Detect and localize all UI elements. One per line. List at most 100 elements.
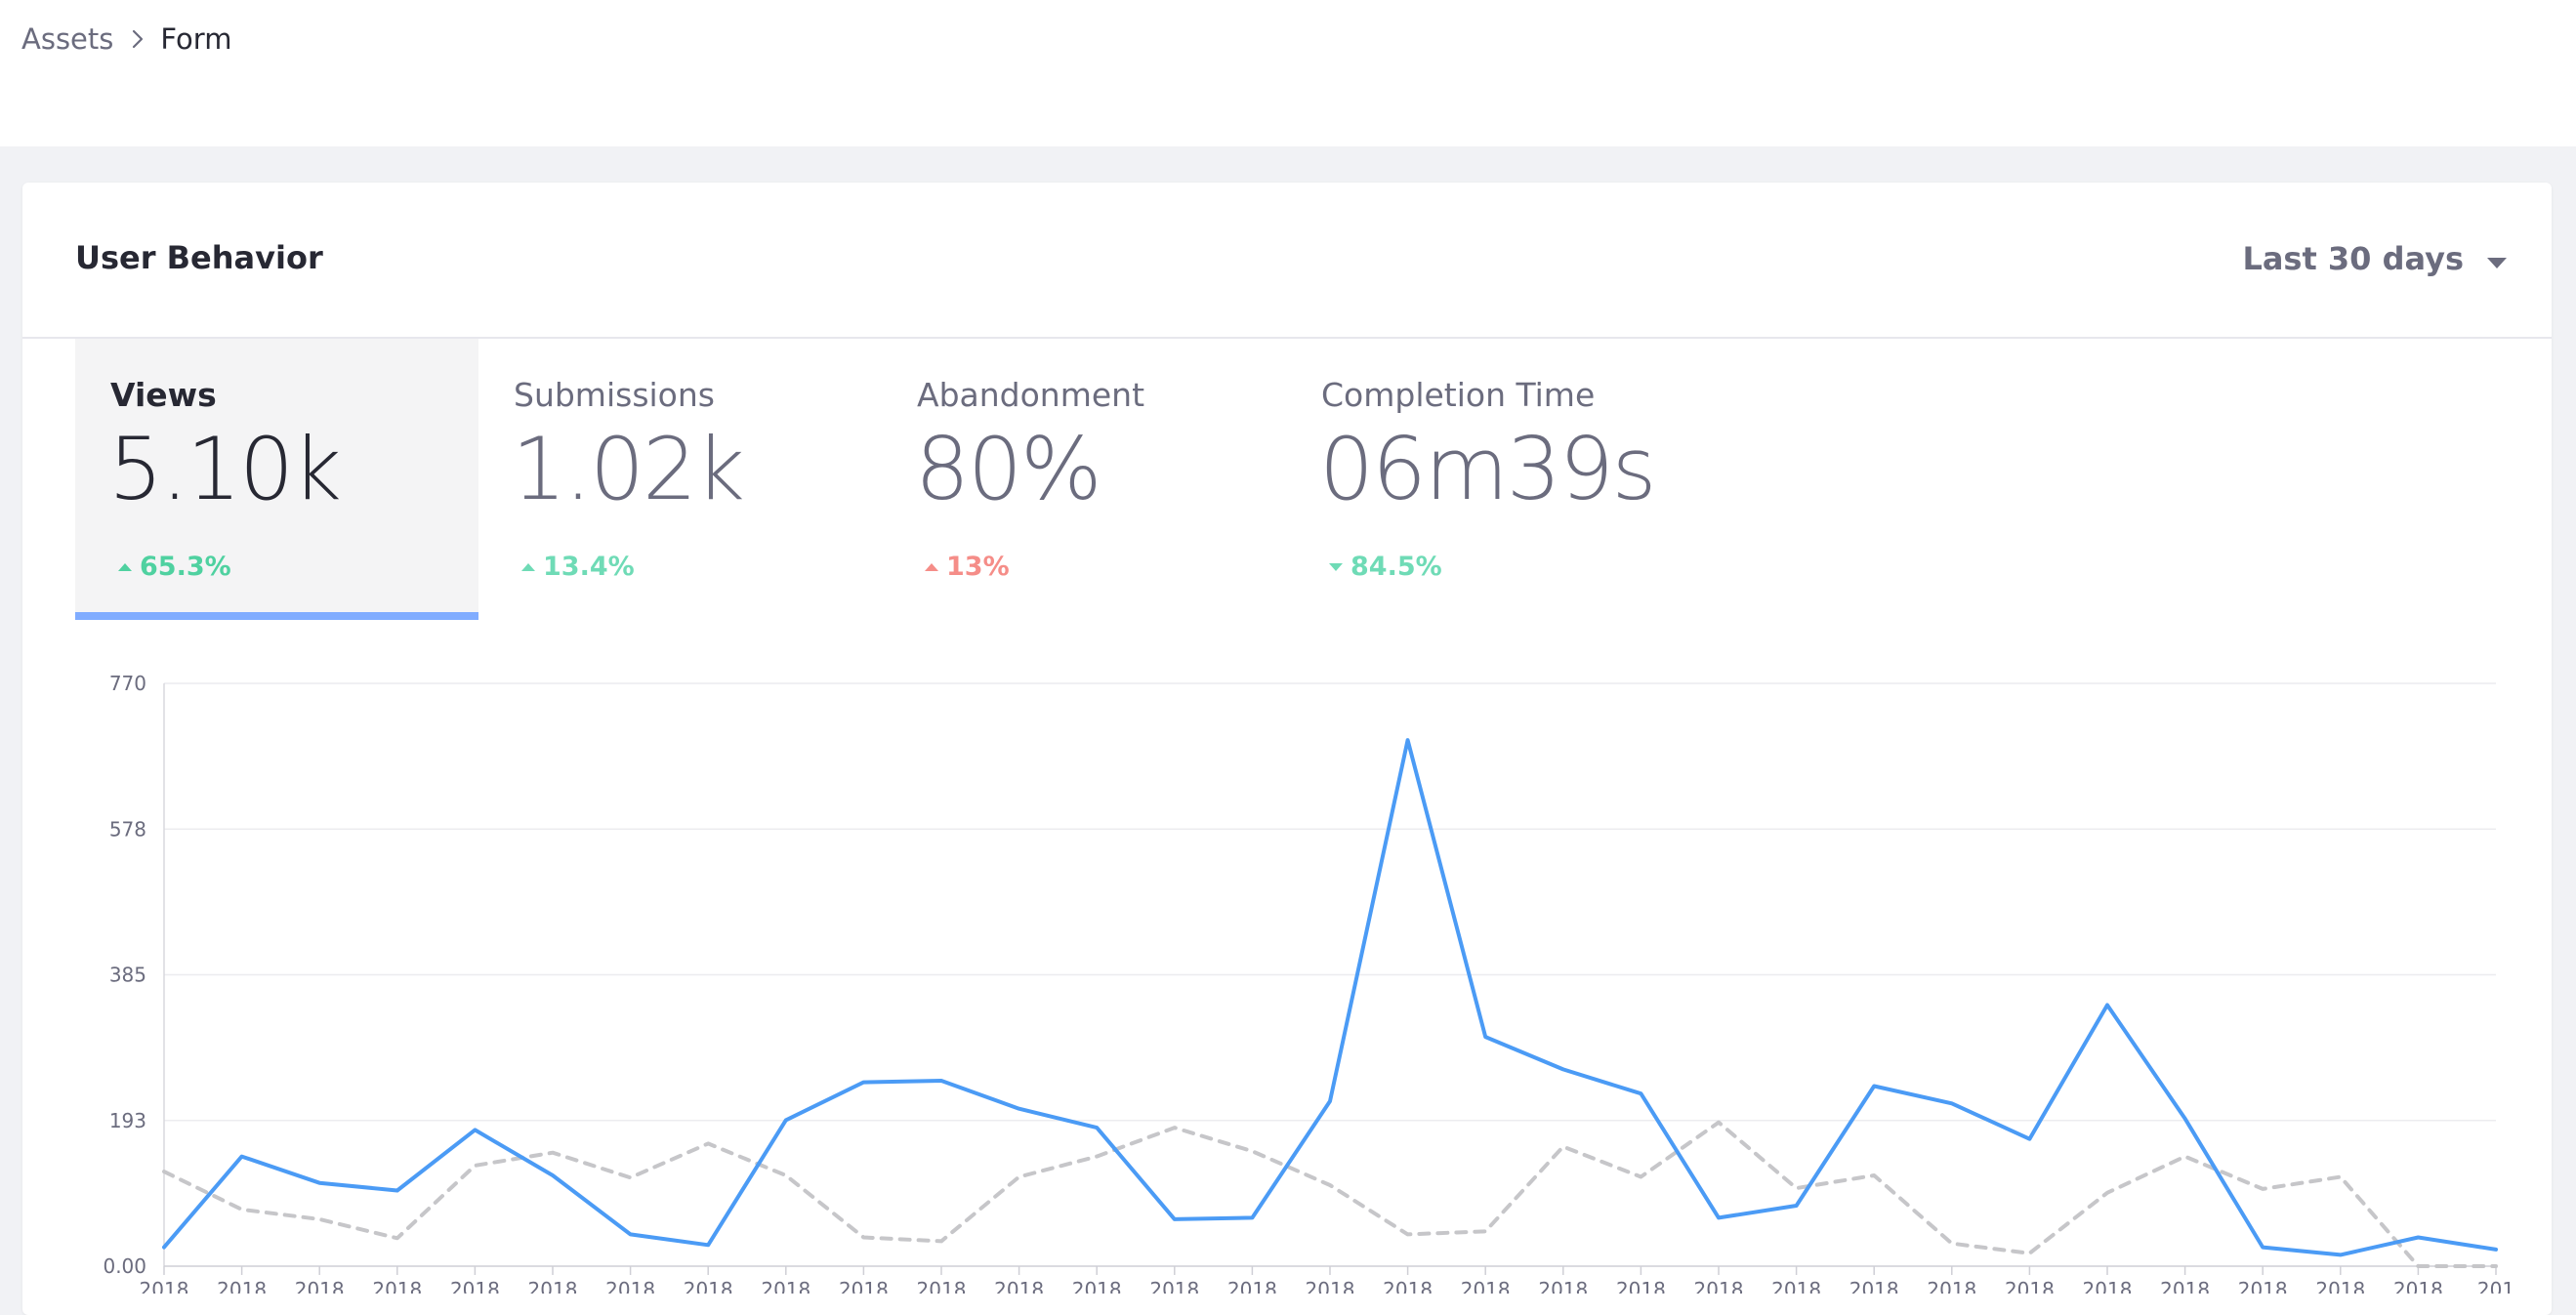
views-series-point bbox=[1485, 1037, 1486, 1038]
metric-value: 1.02k bbox=[512, 419, 745, 519]
x-tick-label: 2018 bbox=[217, 1278, 267, 1294]
y-tick-label: 770 bbox=[109, 672, 146, 695]
comparison-series-point bbox=[1174, 1128, 1175, 1129]
x-tick-label: 2018 bbox=[528, 1278, 578, 1294]
metric-label: Submissions bbox=[514, 376, 715, 414]
comparison-series-point bbox=[164, 1171, 165, 1172]
comparison-series-point bbox=[475, 1165, 476, 1166]
metric-trend: 84.5% bbox=[1329, 552, 1442, 582]
views-series-point bbox=[553, 1174, 554, 1175]
metric-change: 13.4% bbox=[543, 552, 635, 582]
metric-tab-abandonment[interactable]: Abandonment 80% 13% bbox=[882, 339, 1285, 620]
comparison-series-point bbox=[785, 1174, 786, 1175]
comparison-series-point bbox=[2418, 1266, 2419, 1267]
x-tick-label: 2018 bbox=[1771, 1278, 1821, 1294]
metric-trend: 65.3% bbox=[118, 552, 231, 582]
comparison-series-point bbox=[1252, 1151, 1253, 1152]
x-tick-label: 2018 bbox=[1927, 1278, 1976, 1294]
x-tick-label: 2018 bbox=[1616, 1278, 1666, 1294]
metric-value: 06m39s bbox=[1319, 419, 1657, 519]
views-series-point bbox=[1562, 1069, 1563, 1070]
x-tick-label: 2018 bbox=[1694, 1278, 1744, 1294]
x-tick-label: 2018 bbox=[2160, 1278, 2210, 1294]
comparison-series-point bbox=[2107, 1192, 2108, 1193]
breadcrumb-current: Form bbox=[160, 22, 232, 56]
views-series-line bbox=[162, 738, 2498, 1257]
comparison-series-point bbox=[319, 1218, 320, 1219]
x-tick-label: 2018 bbox=[605, 1278, 655, 1294]
views-line-chart: 770 578 385 193 0.00 2018 2018 2018 2018 2018 2018… bbox=[0, 644, 2576, 1294]
views-series-point bbox=[1796, 1205, 1797, 1206]
comparison-series-point bbox=[1018, 1176, 1019, 1177]
comparison-series-point bbox=[630, 1177, 631, 1178]
views-series-point bbox=[1330, 1100, 1331, 1101]
x-tick-label: 2018 bbox=[2083, 1278, 2133, 1294]
date-range-label: Last 30 days bbox=[2242, 240, 2464, 277]
metric-label: Views bbox=[110, 376, 217, 414]
breadcrumb: Assets Form bbox=[21, 20, 231, 59]
x-tick-label: 2018 bbox=[1072, 1278, 1122, 1294]
x-tick-label: 2018 bbox=[1149, 1278, 1199, 1294]
y-tick-label: 193 bbox=[109, 1109, 146, 1132]
views-series-point bbox=[396, 1190, 397, 1191]
x-tick-label: 2018 bbox=[1849, 1278, 1899, 1294]
metric-tab-submissions[interactable]: Submissions 1.02k 13.4% bbox=[478, 339, 882, 620]
metric-trend: 13.4% bbox=[521, 552, 635, 582]
metric-value: 80% bbox=[915, 419, 1102, 519]
x-tick-label: 2018 bbox=[450, 1278, 500, 1294]
views-series-point bbox=[164, 1247, 165, 1248]
breadcrumb-assets-link[interactable]: Assets bbox=[21, 22, 113, 56]
views-series-point bbox=[863, 1082, 864, 1083]
x-tick-label: 2018 bbox=[295, 1278, 345, 1294]
x-tick-label: 2018 bbox=[2393, 1278, 2443, 1294]
metric-change: 13% bbox=[946, 552, 1010, 582]
views-series-point bbox=[785, 1120, 786, 1121]
views-series-point bbox=[708, 1245, 709, 1246]
views-series-point bbox=[1018, 1108, 1019, 1109]
comparison-series-point bbox=[1951, 1243, 1952, 1244]
comparison-series-point bbox=[941, 1241, 942, 1242]
comparison-series-point bbox=[1485, 1231, 1486, 1232]
x-tick-label: 2018 bbox=[1538, 1278, 1588, 1294]
views-series-point bbox=[2184, 1118, 2185, 1119]
x-tick-label: 2018 bbox=[1461, 1278, 1511, 1294]
x-tick-label: 2018 bbox=[1227, 1278, 1277, 1294]
y-tick-label: 0.00 bbox=[103, 1254, 146, 1278]
y-tick-label: 578 bbox=[109, 817, 146, 841]
comparison-series-point bbox=[1874, 1174, 1875, 1175]
views-series-point bbox=[2496, 1249, 2497, 1250]
views-series-point bbox=[241, 1156, 242, 1157]
arrow-down-icon bbox=[1329, 562, 1343, 571]
x-tick-label: 2018 bbox=[684, 1278, 733, 1294]
views-series-point bbox=[1951, 1103, 1952, 1104]
y-tick-label: 385 bbox=[109, 964, 146, 987]
views-series-point bbox=[1719, 1217, 1720, 1218]
views-series-point bbox=[319, 1182, 320, 1183]
views-series-point bbox=[1252, 1217, 1253, 1218]
date-range-dropdown[interactable]: Last 30 days bbox=[2242, 237, 2509, 280]
comparison-series-point bbox=[1796, 1188, 1797, 1189]
metric-trend: 13% bbox=[925, 552, 1010, 582]
views-series-point bbox=[2107, 1005, 2108, 1006]
comparison-series-point bbox=[1719, 1122, 1720, 1123]
comparison-series-point bbox=[1407, 1234, 1408, 1235]
comparison-series-point bbox=[396, 1238, 397, 1239]
comparison-series-point bbox=[553, 1152, 554, 1153]
arrow-up-icon bbox=[925, 562, 938, 571]
comparison-series-point bbox=[1562, 1146, 1563, 1147]
chart-svg: 770 578 385 193 0.00 2018 2018 2018 2018 2018 2018… bbox=[103, 672, 2514, 1294]
x-tick-label: 2018 bbox=[372, 1278, 422, 1294]
views-series-point bbox=[1407, 740, 1408, 741]
comparison-series-point bbox=[863, 1237, 864, 1238]
comparison-series-point bbox=[1097, 1156, 1098, 1157]
metric-change: 84.5% bbox=[1350, 552, 1442, 582]
metric-tab-completion-time[interactable]: Completion Time 06m39s 84.5% bbox=[1286, 339, 1689, 620]
x-tick-label: 2018 bbox=[2315, 1278, 2365, 1294]
metric-tab-views[interactable]: Views 5.10k 65.3% bbox=[75, 339, 478, 620]
views-series-point bbox=[2418, 1237, 2419, 1238]
x-tick-label: 201 bbox=[2477, 1278, 2514, 1294]
active-tab-indicator bbox=[75, 612, 478, 620]
metric-label: Abandonment bbox=[917, 376, 1145, 414]
arrow-up-icon bbox=[118, 562, 132, 571]
views-series-point bbox=[2340, 1254, 2341, 1255]
